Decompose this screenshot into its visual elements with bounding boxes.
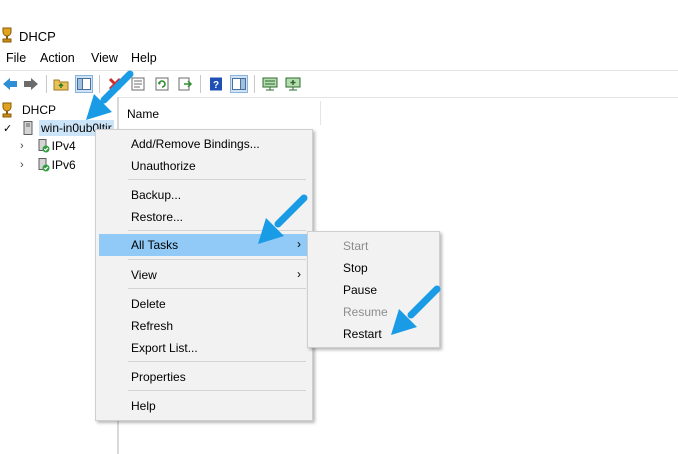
- menu-item-refresh[interactable]: Refresh: [99, 315, 309, 336]
- menu-item-label: Pause: [343, 283, 378, 297]
- menu-item-label: Add/Remove Bindings...: [131, 137, 260, 151]
- menu-separator: [128, 288, 306, 289]
- menu-view[interactable]: View: [91, 51, 118, 65]
- ipv4-icon: [38, 139, 50, 153]
- menu-separator: [128, 259, 306, 260]
- dhcp-trophy-icon: [2, 102, 12, 118]
- svg-text:?: ?: [213, 80, 219, 91]
- export-list-icon[interactable]: [176, 75, 194, 93]
- list-column-header-name[interactable]: Name: [120, 101, 321, 125]
- tree-label-dhcp: DHCP: [22, 103, 57, 117]
- ipv6-icon: [38, 158, 50, 172]
- window-title: DHCP: [19, 29, 56, 44]
- help-icon[interactable]: ?: [207, 75, 225, 93]
- menu-item-label: Properties: [131, 370, 186, 384]
- toolbar-separator: [46, 75, 47, 93]
- menu-item-label: Resume: [343, 305, 388, 319]
- menu-item-view[interactable]: View ›: [99, 264, 309, 285]
- forward-arrow-icon[interactable]: [22, 75, 40, 93]
- toolbar-separator: [200, 75, 201, 93]
- up-folder-icon[interactable]: [52, 75, 70, 93]
- callout-arrow-icon: [86, 70, 134, 120]
- menu-item-export-list[interactable]: Export List...: [99, 337, 309, 358]
- menu-separator: [128, 361, 306, 362]
- submenu-item-start: Start: [311, 235, 436, 256]
- menu-item-label: Backup...: [131, 188, 182, 202]
- tree-item-dhcp[interactable]: DHCP: [0, 101, 56, 119]
- menu-item-delete[interactable]: Delete: [99, 293, 309, 314]
- menu-item-label: Stop: [343, 261, 368, 275]
- context-menu: Add/Remove Bindings... Unauthorize Backu…: [95, 129, 313, 421]
- chevron-right-icon[interactable]: ›: [20, 140, 24, 152]
- menu-bar: File Action View Help: [0, 48, 678, 68]
- server-tower-icon: [23, 121, 33, 135]
- menu-item-label: Help: [131, 399, 156, 413]
- menu-item-label: Export List...: [131, 341, 198, 355]
- menu-item-unauthorize[interactable]: Unauthorize: [99, 155, 309, 176]
- callout-arrow-icon: [391, 285, 441, 335]
- chevron-down-icon[interactable]: ✓: [3, 122, 15, 135]
- refresh-icon[interactable]: [153, 75, 171, 93]
- menu-separator: [128, 179, 306, 180]
- tree-item-ipv6[interactable]: › IPv6: [20, 156, 76, 174]
- server-icon[interactable]: [261, 75, 279, 93]
- menu-separator: [128, 390, 306, 391]
- menu-item-label: Delete: [131, 297, 166, 311]
- title-bar: DHCP: [0, 0, 678, 46]
- menu-file[interactable]: File: [6, 51, 26, 65]
- menu-item-help[interactable]: Help: [99, 395, 309, 416]
- chevron-right-icon[interactable]: ›: [20, 159, 24, 171]
- toolbar-separator: [254, 75, 255, 93]
- menu-item-label: Restart: [343, 327, 382, 341]
- callout-arrow-icon: [258, 194, 308, 244]
- menu-item-add-remove-bindings[interactable]: Add/Remove Bindings...: [99, 133, 309, 154]
- add-server-icon[interactable]: [284, 75, 302, 93]
- submenu-arrow-icon: ›: [297, 267, 301, 281]
- tree-label-ipv6: IPv6: [51, 158, 76, 172]
- menu-item-label: Restore...: [131, 210, 184, 224]
- back-arrow-icon[interactable]: [1, 75, 19, 93]
- menu-action[interactable]: Action: [40, 51, 75, 65]
- menu-item-label: Unauthorize: [131, 159, 196, 173]
- menu-item-label: Refresh: [131, 319, 174, 333]
- menu-help[interactable]: Help: [131, 51, 157, 65]
- show-hide-action-pane-icon[interactable]: [230, 75, 248, 93]
- tree-item-ipv4[interactable]: › IPv4: [20, 137, 76, 155]
- dhcp-app-icon: [2, 27, 12, 43]
- menu-item-label: Start: [343, 239, 369, 253]
- tree-label-ipv4: IPv4: [51, 139, 76, 153]
- menu-item-label: View: [131, 268, 157, 282]
- menu-item-label: All Tasks: [131, 238, 179, 252]
- menu-item-properties[interactable]: Properties: [99, 366, 309, 387]
- submenu-item-stop[interactable]: Stop: [311, 257, 436, 278]
